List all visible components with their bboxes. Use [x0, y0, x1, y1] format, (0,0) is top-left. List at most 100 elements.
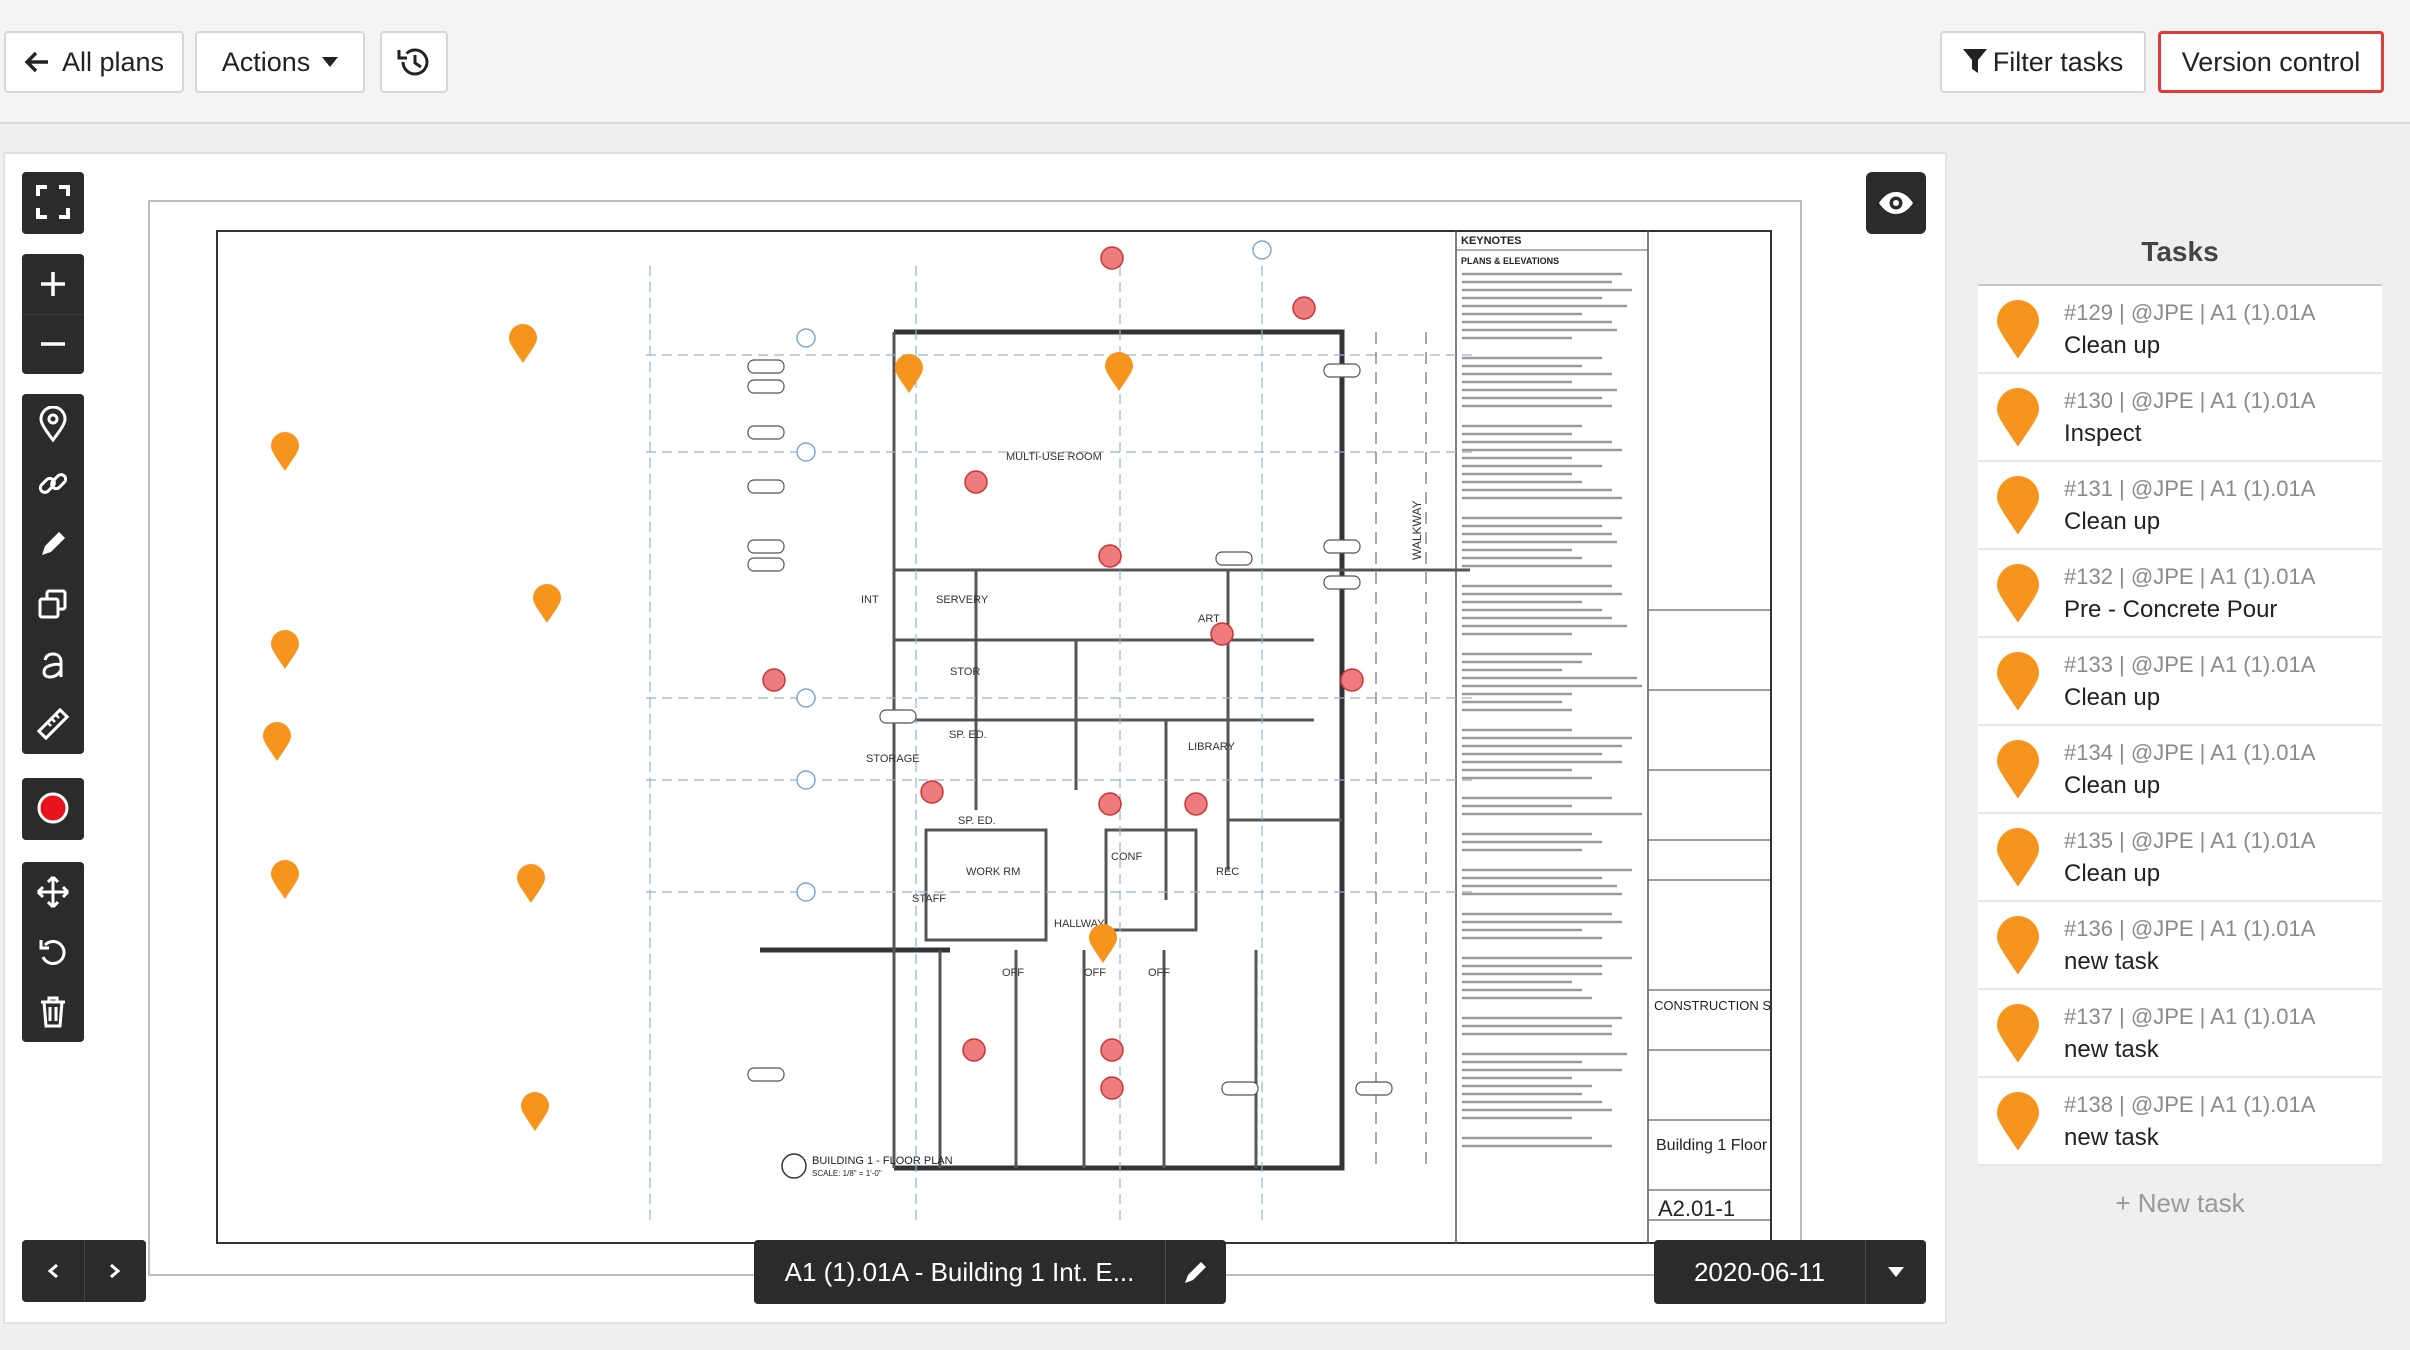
task-pin-marker[interactable]: [270, 630, 300, 670]
task-row[interactable]: #135 | @JPE | A1 (1).01A Clean up: [1978, 814, 2382, 902]
history-icon: [397, 48, 429, 76]
zoom-group: [22, 254, 84, 374]
filter-tasks-button[interactable]: Filter tasks: [1940, 31, 2146, 93]
link-tool[interactable]: [22, 454, 84, 514]
pen-tool[interactable]: [22, 514, 84, 574]
room-label: WORK RM: [966, 866, 1020, 878]
move-arrows-icon: [36, 875, 70, 909]
task-meta: #135 | @JPE | A1 (1).01A: [2064, 828, 2316, 853]
next-page-button[interactable]: [83, 1240, 147, 1302]
fullscreen-group: [22, 172, 84, 234]
room-label: STAFF: [912, 893, 946, 905]
task-row[interactable]: #132 | @JPE | A1 (1).01A Pre - Concrete …: [1978, 550, 2382, 638]
link-icon: [38, 473, 68, 494]
actions-dropdown-button[interactable]: Actions: [195, 31, 365, 93]
task-meta: #133 | @JPE | A1 (1).01A: [2064, 652, 2316, 677]
fullscreen-button[interactable]: [22, 172, 84, 232]
task-row[interactable]: #134 | @JPE | A1 (1).01A Clean up: [1978, 726, 2382, 814]
version-date-dropdown-toggle[interactable]: [1865, 1240, 1926, 1304]
room-label: SP. ED.: [949, 729, 987, 741]
task-title: new task: [2064, 948, 2159, 975]
task-row[interactable]: #137 | @JPE | A1 (1).01A new task: [1978, 990, 2382, 1078]
move-tool[interactable]: [22, 862, 84, 922]
task-row[interactable]: #129 | @JPE | A1 (1).01A Clean up: [1978, 286, 2382, 374]
room-label: OFF: [1148, 967, 1170, 979]
sheet-number: A2.01-1: [1658, 1196, 1735, 1221]
text-tool[interactable]: [22, 634, 84, 694]
chevron-right-icon: [110, 1263, 121, 1279]
task-pin-marker[interactable]: [532, 584, 562, 624]
top-toolbar: All plans Actions Filter tasks Version c…: [0, 0, 2410, 124]
task-pin-icon: [1992, 916, 2044, 981]
plus-icon: [41, 271, 65, 296]
room-label: LIBRARY: [1188, 741, 1236, 753]
map-pin-icon: [39, 406, 67, 442]
all-plans-button[interactable]: All plans: [4, 31, 184, 93]
edit-plan-name-button[interactable]: [1165, 1240, 1226, 1304]
zoom-out-button[interactable]: [22, 314, 84, 374]
task-meta: #137 | @JPE | A1 (1).01A: [2064, 1004, 2316, 1029]
task-meta: #130 | @JPE | A1 (1).01A: [2064, 388, 2316, 413]
task-pin-icon: [1992, 740, 2044, 805]
task-pin-marker[interactable]: [894, 354, 924, 394]
history-button[interactable]: [380, 31, 448, 93]
version-date-select[interactable]: 2020-06-11: [1654, 1240, 1926, 1304]
previous-page-button[interactable]: [22, 1240, 84, 1302]
walkway-label: WALKWAY: [1410, 500, 1424, 560]
plan-scale: SCALE: 1/8" = 1'-0": [812, 1169, 882, 1178]
task-pin-marker[interactable]: [262, 722, 292, 762]
task-row[interactable]: #136 | @JPE | A1 (1).01A new task: [1978, 902, 2382, 990]
add-pin-tool[interactable]: [22, 394, 84, 454]
measure-tool[interactable]: [22, 694, 84, 754]
task-title: Clean up: [2064, 860, 2161, 887]
task-pin-marker[interactable]: [270, 860, 300, 900]
record-dot-icon: [37, 792, 69, 824]
fullscreen-icon: [36, 185, 70, 219]
undo-button[interactable]: [22, 922, 84, 982]
room-label: STOR: [950, 666, 980, 678]
task-pin-marker[interactable]: [270, 432, 300, 472]
zoom-in-button[interactable]: [22, 254, 84, 314]
new-task-button[interactable]: + New task: [1978, 1188, 2382, 1219]
task-row[interactable]: #131 | @JPE | A1 (1).01A Clean up: [1978, 462, 2382, 550]
version-date-text: 2020-06-11: [1693, 1256, 1826, 1287]
task-pin-marker[interactable]: [1104, 352, 1134, 392]
task-row[interactable]: #138 | @JPE | A1 (1).01A new task: [1978, 1078, 2382, 1166]
room-label: ART: [1198, 613, 1220, 625]
task-title: Clean up: [2064, 772, 2161, 799]
task-pin-icon: [1992, 388, 2044, 453]
task-row[interactable]: #133 | @JPE | A1 (1).01A Clean up: [1978, 638, 2382, 726]
task-pin-icon: [1992, 828, 2044, 893]
chevron-left-icon: [47, 1263, 58, 1279]
keynotes-title: KEYNOTES: [1461, 235, 1522, 247]
task-pin-marker[interactable]: [520, 1092, 550, 1132]
task-title: Pre - Concrete Pour: [2064, 596, 2278, 623]
plan-name-bar[interactable]: A1 (1).01A - Building 1 Int. E...: [754, 1240, 1226, 1304]
task-title: Clean up: [2064, 508, 2161, 535]
construction-set-label: CONSTRUCTION SET: [1654, 998, 1772, 1013]
version-control-button[interactable]: Version control: [2158, 31, 2384, 93]
task-title: Clean up: [2064, 684, 2161, 711]
task-pin-marker[interactable]: [1088, 924, 1118, 964]
text-a-icon: [42, 652, 63, 679]
color-picker-button[interactable]: [22, 778, 84, 838]
room-label: SP. ED.: [958, 815, 996, 827]
annotation-tools-group: [22, 394, 84, 754]
visibility-toggle-button[interactable]: [1866, 172, 1926, 234]
task-pin-marker[interactable]: [516, 864, 546, 904]
filter-tasks-label: Filter tasks: [1992, 46, 2124, 77]
task-meta: #136 | @JPE | A1 (1).01A: [2064, 916, 2316, 941]
delete-button[interactable]: [22, 982, 84, 1042]
room-label: CONF: [1111, 851, 1142, 863]
task-pin-icon: [1992, 300, 2044, 365]
task-pin-marker[interactable]: [508, 324, 538, 364]
shape-tool[interactable]: [22, 574, 84, 634]
version-control-label: Version control: [2181, 46, 2361, 77]
keynotes-text-lines: [1462, 272, 1642, 1148]
tasks-panel-title: Tasks: [2141, 236, 2219, 267]
all-plans-label: All plans: [61, 46, 165, 77]
trash-icon: [41, 996, 65, 1028]
red-section-markers: [762, 246, 1364, 1100]
task-meta: #132 | @JPE | A1 (1).01A: [2064, 564, 2316, 589]
task-row[interactable]: #130 | @JPE | A1 (1).01A Inspect: [1978, 374, 2382, 462]
